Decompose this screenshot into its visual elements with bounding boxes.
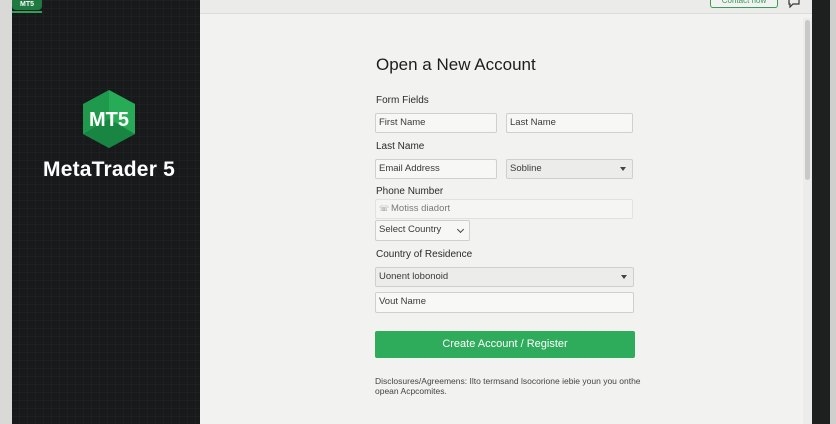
residence-select-value: Uonent lobonoid	[379, 271, 449, 282]
logo-text: MT5	[89, 109, 129, 131]
disclosure-text: Disclosures/Agreemens: Ilto termsand lso…	[375, 376, 641, 396]
tab-underline	[12, 11, 42, 13]
residence-select[interactable]: Uonent lobonoid	[375, 267, 634, 287]
email-field[interactable]: Email Address	[375, 159, 497, 179]
top-logo-tab[interactable]: MT5	[12, 0, 42, 13]
mt5-logo-icon: MT5	[83, 90, 135, 148]
phone-number-field[interactable]: ☏ Motiss diadort	[375, 199, 633, 219]
your-name-field[interactable]: Vout Name	[375, 292, 634, 313]
caret-down-icon	[621, 275, 627, 279]
caret-down-icon	[620, 167, 626, 171]
phone-number-label: Phone Number	[376, 186, 444, 197]
scrollbar[interactable]	[803, 18, 812, 424]
form-fields-label: Form Fields	[376, 95, 429, 106]
scrollbar-thumb[interactable]	[805, 20, 810, 180]
country-select-value: Select Country	[379, 224, 442, 235]
phone-placeholder: Motiss diadort	[391, 203, 451, 214]
sidebar-pattern	[12, 0, 200, 424]
country-of-residence-label: Country of Residence	[376, 249, 473, 260]
create-account-button[interactable]: Create Account / Register	[375, 331, 635, 358]
contact-button[interactable]: Contact now	[710, 0, 778, 8]
country-select[interactable]: Select Country	[375, 220, 470, 241]
left-bezel	[0, 0, 12, 424]
mini-logo: MT5	[12, 0, 42, 10]
brand-name: MetaTrader 5	[43, 158, 175, 181]
phone-icon: ☏	[379, 204, 390, 213]
last-name-label: Last Name	[376, 141, 425, 152]
page-title: Open a New Account	[376, 55, 536, 74]
last-name-field[interactable]: Last Name	[506, 113, 633, 133]
subline-select-value: Sobline	[510, 163, 542, 174]
sidebar	[12, 0, 200, 424]
chat-bubble-icon[interactable]	[788, 0, 800, 8]
right-edge	[830, 0, 836, 424]
first-name-field[interactable]: First Name	[375, 113, 497, 133]
chevron-down-icon	[456, 225, 465, 234]
subline-select[interactable]: Sobline	[506, 159, 633, 179]
